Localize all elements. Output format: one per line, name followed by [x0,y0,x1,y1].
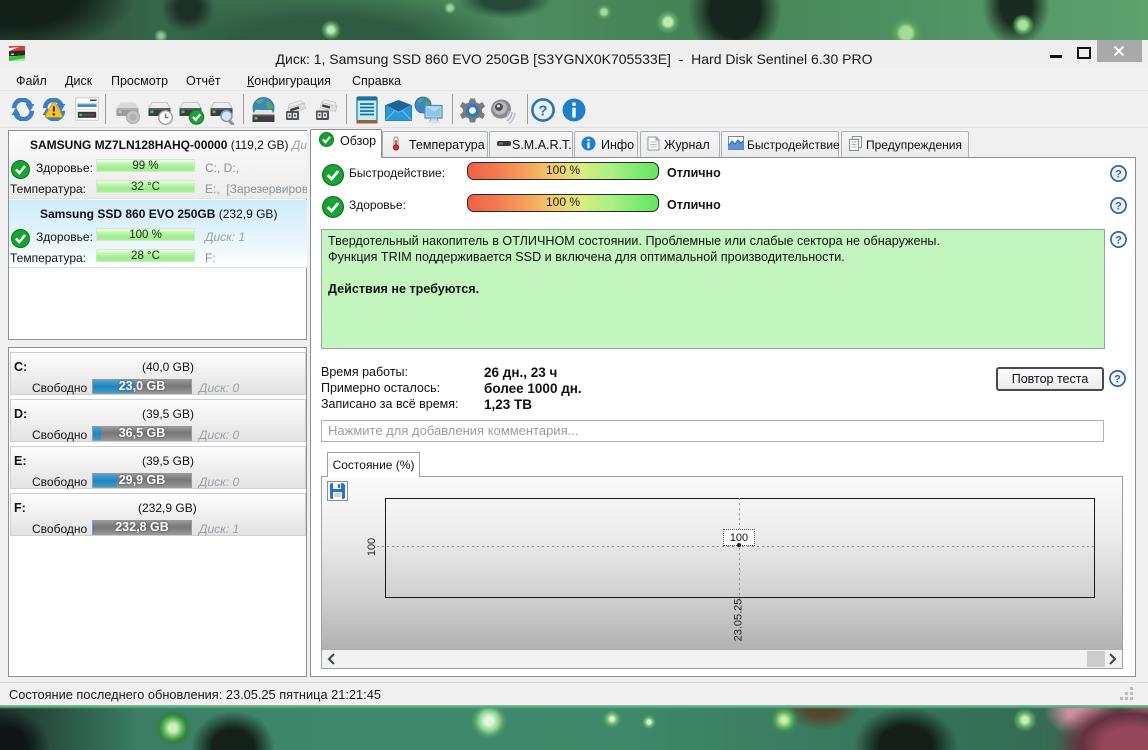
svg-text:?: ? [538,103,547,120]
svg-text:?: ? [1114,373,1121,385]
svg-text:?: ? [1115,200,1122,212]
svg-text:?: ? [1115,234,1122,246]
svg-text:?: ? [1115,168,1122,180]
